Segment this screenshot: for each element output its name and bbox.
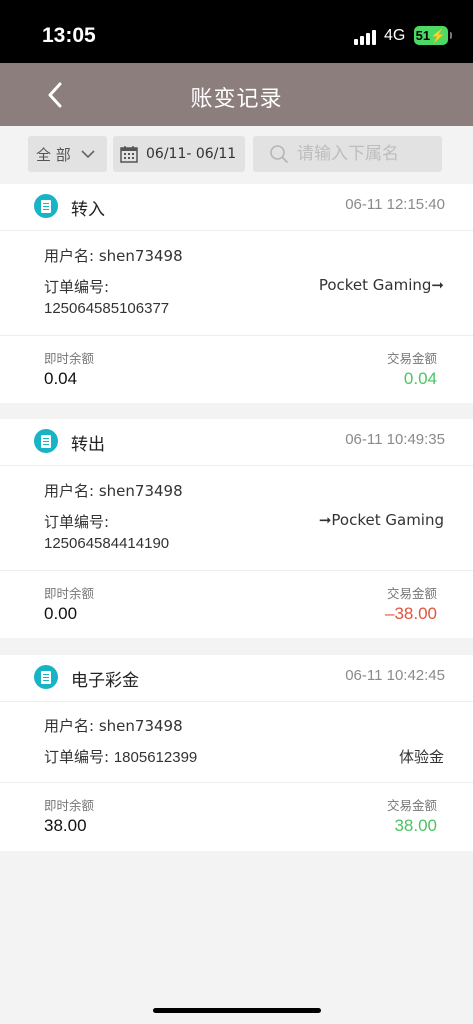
transfer-destination: 体验金: [398, 748, 444, 766]
amount-label: 交易金额: [386, 798, 437, 813]
balance-value: 38.00: [44, 816, 87, 835]
calendar-icon: [120, 145, 138, 163]
record-header: 转出 06-11 10:49:35: [0, 419, 473, 466]
order-number: 1805612399: [113, 749, 198, 766]
record-type-icon: [34, 194, 58, 218]
balance-value: 0.04: [44, 369, 78, 388]
date-range-picker[interactable]: 06/11- 06/11: [113, 136, 245, 172]
username-label: 用户名:: [44, 717, 95, 735]
order-label: 订单编号:: [44, 278, 110, 296]
record-type-icon: [34, 665, 58, 689]
search-box[interactable]: [253, 136, 442, 172]
order-label: 订单编号:: [44, 748, 110, 766]
status-bar: 13:05 4G 51⚡: [0, 0, 473, 63]
balance-value: 0.00: [44, 604, 78, 623]
transfer-destination: ➞Pocket Gaming: [318, 511, 444, 529]
balance-label: 即时余额: [44, 351, 95, 366]
chevron-down-icon: [81, 149, 95, 159]
order-number: 125064584414190: [44, 535, 170, 552]
signal-icon: [354, 29, 378, 45]
status-time: 13:05: [42, 24, 96, 47]
record-header: 电子彩金 06-11 10:42:45: [0, 655, 473, 702]
record-time: 06-11 10:49:35: [345, 431, 445, 448]
username-label: 用户名:: [44, 247, 95, 265]
record-type: 转出: [71, 435, 105, 455]
record-card[interactable]: 转入 06-11 12:15:40 用户名: shen73498 订单编号: 1…: [0, 184, 473, 403]
home-indicator[interactable]: [153, 1008, 321, 1013]
amount-value: –38.00: [385, 604, 437, 623]
username-value: shen73498: [98, 482, 183, 500]
record-amounts: 即时余额 交易金额 0.04 0.04: [0, 336, 473, 403]
record-details: 用户名: shen73498 订单编号: 1805612399 体验金: [0, 702, 473, 783]
record-card[interactable]: 转出 06-11 10:49:35 用户名: shen73498 订单编号: 1…: [0, 419, 473, 638]
username-row: 用户名: shen73498: [44, 715, 183, 736]
record-time: 06-11 10:42:45: [345, 667, 445, 684]
amount-value: 0.04: [403, 369, 437, 388]
search-icon: [269, 144, 289, 164]
record-amounts: 即时余额 交易金额 0.00 –38.00: [0, 571, 473, 638]
username-value: shen73498: [98, 247, 183, 265]
filter-bar: 全 部 06/11- 06/11: [0, 126, 473, 184]
username-label: 用户名:: [44, 482, 95, 500]
amount-value: 38.00: [394, 816, 437, 835]
record-type-icon: [34, 429, 58, 453]
record-type: 电子彩金: [71, 671, 139, 691]
network-label: 4G: [384, 27, 406, 44]
date-range-label: 06/11- 06/11: [146, 146, 237, 162]
record-card[interactable]: 电子彩金 06-11 10:42:45 用户名: shen73498 订单编号:…: [0, 655, 473, 851]
record-type: 转入: [71, 200, 105, 220]
username-row: 用户名: shen73498: [44, 245, 183, 266]
username-value: shen73498: [98, 717, 183, 735]
order-row: 订单编号: 1805612399: [44, 746, 197, 767]
amount-label: 交易金额: [386, 586, 437, 601]
record-header: 转入 06-11 12:15:40: [0, 184, 473, 231]
order-number: 125064585106377: [44, 300, 170, 317]
record-amounts: 即时余额 交易金额 38.00 38.00: [0, 783, 473, 851]
balance-label: 即时余额: [44, 586, 95, 601]
battery-level: 51: [415, 28, 431, 43]
record-details: 用户名: shen73498 订单编号: 125064584414190 ➞Po…: [0, 466, 473, 571]
username-row: 用户名: shen73498: [44, 480, 183, 501]
order-label: 订单编号:: [44, 513, 110, 531]
record-time: 06-11 12:15:40: [345, 196, 445, 213]
type-filter-label: 全 部: [36, 145, 71, 164]
battery-icon: 51⚡: [414, 26, 452, 45]
transfer-destination: Pocket Gaming➞: [318, 276, 444, 294]
search-input[interactable]: [295, 143, 439, 165]
balance-label: 即时余额: [44, 798, 95, 813]
page-title: 账变记录: [190, 87, 283, 112]
amount-label: 交易金额: [386, 351, 437, 366]
nav-bar: 账变记录: [0, 63, 473, 126]
record-details: 用户名: shen73498 订单编号: 125064585106377 Poc…: [0, 231, 473, 336]
type-filter-dropdown[interactable]: 全 部: [28, 136, 107, 172]
